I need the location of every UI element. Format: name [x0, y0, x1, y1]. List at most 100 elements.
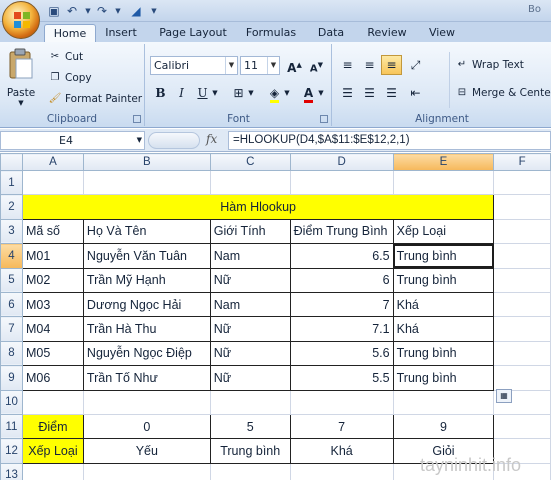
insert-function-icon[interactable]: fx	[206, 132, 217, 146]
header-cell[interactable]: Điểm Trung Bình	[289, 218, 394, 245]
align-middle-icon[interactable]: ≡	[359, 55, 380, 75]
row-header[interactable]: 9	[0, 365, 23, 391]
italic-button[interactable]: I	[171, 83, 192, 103]
qat-more-icon[interactable]: ▼	[146, 3, 162, 19]
tab-insert[interactable]: Insert	[98, 24, 144, 42]
column-header-b[interactable]: B	[82, 153, 211, 171]
formula-input[interactable]: =HLOOKUP(D4,$A$11:$E$12,2,1)	[228, 131, 551, 150]
lookup-cell[interactable]: 9	[392, 413, 495, 440]
lookup-cell[interactable]: Điểm	[21, 413, 84, 440]
record-cell[interactable]: Nữ	[209, 316, 291, 342]
record-cell[interactable]: Trần Hà Thu	[82, 316, 211, 342]
record-cell[interactable]: M04	[21, 316, 84, 342]
lookup-cell[interactable]: Trung bình	[209, 438, 291, 464]
record-cell[interactable]: Trần Tố Như	[82, 365, 211, 391]
cell[interactable]	[209, 389, 291, 415]
lookup-cell[interactable]: 5	[209, 413, 291, 440]
paste-button[interactable]: Paste ▼	[6, 48, 36, 107]
sheet-title-cell[interactable]: Hàm Hlookup	[21, 194, 495, 220]
tab-formulas[interactable]: Formulas	[240, 24, 302, 42]
column-header-e[interactable]: E	[392, 153, 495, 171]
record-cell[interactable]: Khá	[392, 316, 495, 342]
lookup-cell[interactable]: 0	[82, 413, 211, 440]
tab-home[interactable]: Home	[44, 24, 96, 42]
font-color-dropdown-icon[interactable]: ▼	[316, 83, 326, 103]
clipboard-launcher-icon[interactable]	[133, 115, 141, 123]
record-cell[interactable]: Trung bình	[392, 340, 495, 367]
cell[interactable]	[493, 413, 551, 440]
lookup-cell[interactable]: Khá	[289, 438, 394, 464]
column-header-f[interactable]: F	[493, 153, 551, 171]
record-cell[interactable]: Khá	[392, 291, 495, 318]
record-cell[interactable]: M05	[21, 340, 84, 367]
cell[interactable]	[289, 389, 394, 415]
wrap-text-button[interactable]: ↵ Wrap Text	[455, 56, 524, 74]
record-cell[interactable]: Trung bình	[392, 267, 495, 293]
row-header[interactable]: 5	[0, 267, 23, 293]
cell[interactable]	[493, 169, 551, 196]
row-header[interactable]: 6	[0, 291, 23, 318]
header-cell[interactable]: Họ Và Tên	[82, 218, 211, 245]
office-button[interactable]	[2, 1, 40, 39]
cell[interactable]	[493, 243, 551, 269]
sort-icon[interactable]: ◢	[128, 3, 144, 19]
fill-color-dropdown-icon[interactable]: ▼	[282, 83, 292, 103]
record-cell[interactable]: 7.1	[289, 316, 394, 342]
cell[interactable]	[21, 169, 84, 196]
customize-qat-icon[interactable]: ▼	[110, 3, 126, 19]
row-header[interactable]: 11	[0, 413, 23, 440]
merge-center-button[interactable]: ⊟ Merge & Center	[455, 84, 551, 102]
shrink-font-button[interactable]: A▼	[306, 55, 327, 75]
font-launcher-icon[interactable]	[320, 115, 328, 123]
cell[interactable]	[21, 462, 84, 480]
undo-icon[interactable]: ↶	[64, 3, 80, 19]
row-header[interactable]: 10	[0, 389, 23, 415]
cell[interactable]	[289, 462, 394, 480]
record-cell[interactable]: Trần Mỹ Hạnh	[82, 267, 211, 293]
cell[interactable]	[289, 169, 394, 196]
align-bottom-icon[interactable]: ≡	[381, 55, 402, 75]
record-cell[interactable]: M03	[21, 291, 84, 318]
cut-button[interactable]: ✂ Cut	[48, 48, 83, 66]
tab-data[interactable]: Data	[311, 24, 351, 42]
record-cell[interactable]: 7	[289, 291, 394, 318]
row-header[interactable]: 3	[0, 218, 23, 245]
cell[interactable]	[493, 316, 551, 342]
cell[interactable]	[493, 267, 551, 293]
record-cell[interactable]: M02	[21, 267, 84, 293]
cell[interactable]	[21, 389, 84, 415]
record-cell[interactable]: Nữ	[209, 340, 291, 367]
header-cell[interactable]: Xếp Loại	[392, 218, 495, 245]
record-cell[interactable]: Nữ	[209, 365, 291, 391]
row-header[interactable]: 2	[0, 194, 23, 220]
record-cell[interactable]: 6	[289, 267, 394, 293]
cell[interactable]	[82, 169, 211, 196]
redo-icon[interactable]: ↷	[94, 3, 110, 19]
font-name-combo[interactable]: Calibri ▼	[150, 56, 238, 75]
column-header-a[interactable]: A	[21, 153, 84, 171]
cell[interactable]	[392, 389, 495, 415]
record-cell[interactable]: M06	[21, 365, 84, 391]
grow-font-button[interactable]: A▲	[284, 55, 305, 75]
row-header[interactable]: 1	[0, 169, 23, 196]
copy-button[interactable]: ❐ Copy	[48, 69, 92, 87]
lookup-cell[interactable]: 7	[289, 413, 394, 440]
orientation-icon[interactable]: ⤢	[405, 55, 426, 75]
record-cell[interactable]: Nam	[209, 291, 291, 318]
align-left-icon[interactable]: ☰	[337, 83, 358, 103]
cell[interactable]	[209, 169, 291, 196]
row-header[interactable]: 7	[0, 316, 23, 342]
record-cell[interactable]: Trung bình	[392, 365, 495, 391]
record-cell[interactable]: 6.5	[289, 243, 394, 269]
cell[interactable]	[82, 462, 211, 480]
record-cell[interactable]: Dương Ngọc Hải	[82, 291, 211, 318]
row-header[interactable]: 8	[0, 340, 23, 367]
save-icon[interactable]: ▣	[46, 3, 62, 19]
record-cell[interactable]: Nữ	[209, 267, 291, 293]
lookup-cell[interactable]: Xếp Loại	[21, 438, 84, 464]
format-painter-button[interactable]: 🖌 Format Painter	[48, 90, 142, 108]
record-cell[interactable]: 5.6	[289, 340, 394, 367]
column-header-d[interactable]: D	[289, 153, 394, 171]
header-cell[interactable]: Mã số	[21, 218, 84, 245]
cell[interactable]	[493, 365, 551, 391]
